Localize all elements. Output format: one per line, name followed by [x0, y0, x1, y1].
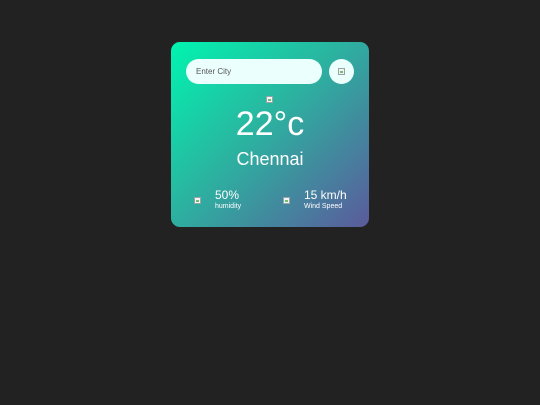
- city-name: Chennai: [236, 149, 304, 169]
- weather-condition-icon: [266, 96, 273, 103]
- wind-icon: [283, 197, 290, 204]
- city-search-input[interactable]: [186, 59, 322, 84]
- search-button[interactable]: [329, 59, 354, 84]
- weather-card: 22°c Chennai 50% humidity 15 km/h Wind S…: [171, 42, 369, 227]
- temperature: 22°c: [235, 105, 305, 143]
- humidity-value: 50%: [215, 188, 240, 202]
- wind-speed-value: 15 km/h: [304, 188, 347, 202]
- wind-speed-label: Wind Speed: [304, 203, 343, 210]
- humidity-icon: [194, 197, 201, 204]
- search-icon: [338, 68, 345, 75]
- humidity-label: humidity: [215, 203, 242, 210]
